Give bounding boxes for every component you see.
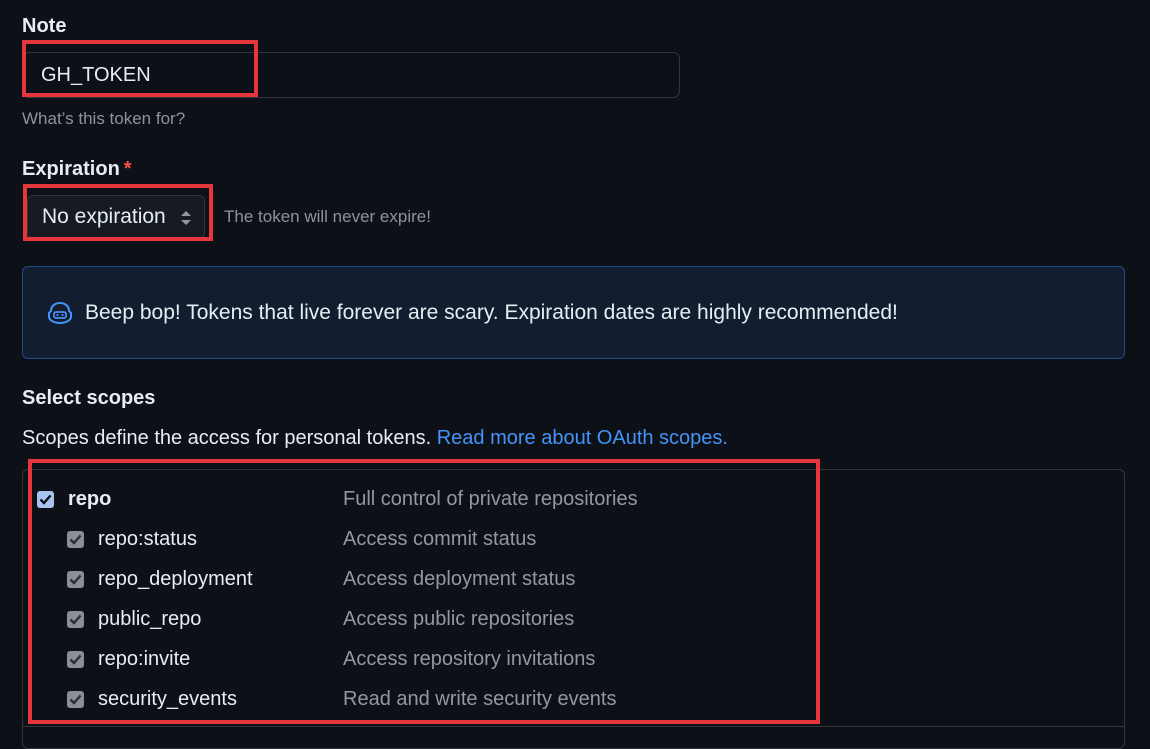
expiration-select[interactable]: No expiration — [27, 195, 205, 239]
scopes-list: repo Full control of private repositorie… — [22, 469, 1125, 749]
note-input[interactable] — [22, 52, 680, 98]
scope-row-repo-invite[interactable]: repo:invite Access repository invitation… — [23, 643, 1123, 675]
check-icon — [69, 534, 82, 545]
checkbox-security-events[interactable] — [67, 690, 84, 708]
scopes-description-text: Scopes define the access for personal to… — [22, 427, 432, 449]
oauth-scopes-link[interactable]: Read more about OAuth scopes. — [437, 427, 728, 449]
scopes-description: Scopes define the access for personal to… — [22, 427, 728, 450]
expiration-label: Expiration * — [22, 158, 132, 181]
scope-description: Full control of private repositories — [343, 487, 638, 510]
note-hint: What’s this token for? — [22, 109, 186, 128]
scope-row-repo-status[interactable]: repo:status Access commit status — [23, 523, 1123, 555]
scope-name: repo_deployment — [98, 567, 253, 590]
scope-description: Read and write security events — [343, 687, 617, 710]
checkbox-public-repo[interactable] — [67, 610, 84, 628]
row-divider — [23, 726, 1124, 727]
checkbox-repo[interactable] — [37, 490, 54, 508]
checkbox-repo-status[interactable] — [67, 530, 84, 548]
checkbox-repo-deployment[interactable] — [67, 570, 84, 588]
expiration-warning-banner: Beep bop! Tokens that live forever are s… — [22, 266, 1125, 359]
select-caret-icon — [181, 211, 191, 225]
check-icon — [69, 574, 82, 585]
warning-text: Beep bop! Tokens that live forever are s… — [85, 300, 898, 324]
scope-description: Access repository invitations — [343, 647, 596, 670]
check-icon — [39, 494, 52, 505]
scope-row-security-events[interactable]: security_events Read and write security … — [23, 683, 1123, 715]
scope-row-repo-deployment[interactable]: repo_deployment Access deployment status — [23, 563, 1123, 595]
expiration-label-text: Expiration — [22, 158, 120, 180]
expiration-select-value: No expiration — [42, 205, 166, 228]
check-icon — [69, 694, 82, 705]
scope-name: security_events — [98, 687, 237, 710]
check-icon — [69, 614, 82, 625]
checkbox-repo-invite[interactable] — [67, 650, 84, 668]
scope-name: repo — [68, 487, 112, 510]
required-marker: * — [123, 158, 132, 180]
expiration-hint: The token will never expire! — [224, 207, 431, 226]
scope-name: public_repo — [98, 607, 202, 630]
check-icon — [69, 654, 82, 665]
scope-row-public-repo[interactable]: public_repo Access public repositories — [23, 603, 1123, 635]
note-label: Note — [22, 15, 67, 37]
scope-description: Access deployment status — [343, 567, 576, 590]
scope-name: repo:invite — [98, 647, 191, 670]
scope-description: Access public repositories — [343, 607, 575, 630]
scope-description: Access commit status — [343, 527, 537, 550]
scope-row-repo[interactable]: repo Full control of private repositorie… — [23, 483, 1123, 515]
scopes-heading: Select scopes — [22, 387, 156, 409]
scope-name: repo:status — [98, 527, 197, 550]
copilot-icon — [48, 301, 72, 324]
